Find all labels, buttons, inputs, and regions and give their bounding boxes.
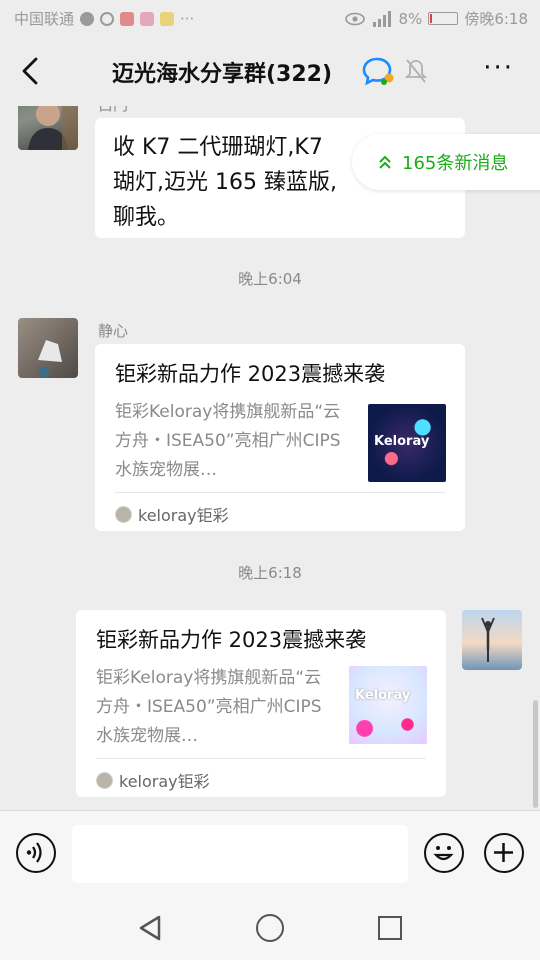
card-source: keloray钜彩 bbox=[96, 768, 210, 792]
sender-name: 白门 bbox=[98, 106, 128, 115]
link-card[interactable]: 钜彩新品力作 2023震撼来袭 钜彩Keloray将携旗舰新品“云方舟・ISEA… bbox=[95, 344, 465, 531]
system-nav-bar bbox=[0, 898, 540, 960]
card-title: 钜彩新品力作 2023震撼来袭 bbox=[96, 628, 367, 652]
notes-icon bbox=[160, 11, 175, 26]
emoji-button[interactable] bbox=[424, 833, 464, 873]
status-right: 8% 傍晚6:18 bbox=[344, 8, 528, 29]
plus-icon bbox=[494, 843, 513, 862]
avatar[interactable] bbox=[462, 610, 522, 670]
card-divider bbox=[96, 758, 426, 759]
timestamp: 晚上6:04 bbox=[238, 270, 302, 288]
eye-icon bbox=[344, 12, 365, 25]
message-line: 聊我。 bbox=[113, 205, 180, 230]
card-thumbnail: Keloray bbox=[349, 666, 427, 744]
link-card[interactable]: 钜彩新品力作 2023震撼来袭 钜彩Keloray将携旗舰新品“云方舟・ISEA… bbox=[76, 610, 446, 797]
voice-input-button[interactable] bbox=[16, 833, 56, 873]
app-notification-icon bbox=[100, 11, 115, 26]
new-messages-button[interactable]: 165条新消息 bbox=[352, 134, 540, 190]
smiley-icon bbox=[433, 846, 454, 861]
voice-icon bbox=[26, 842, 42, 863]
battery-percent: 8% bbox=[398, 9, 423, 28]
timestamp: 晚上6:18 bbox=[238, 564, 302, 582]
more-notifications-icon: ··· bbox=[180, 9, 195, 28]
chat-title: 迈光海水分享群(322) bbox=[112, 62, 333, 87]
status-bar: 中国联通 ··· 8% 傍晚6:18 bbox=[0, 0, 540, 36]
card-divider bbox=[115, 492, 445, 493]
double-chevron-up-icon bbox=[379, 155, 391, 169]
card-title: 钜彩新品力作 2023震撼来袭 bbox=[115, 362, 386, 386]
nav-back-icon[interactable] bbox=[138, 914, 162, 942]
carrier-name: 中国联通 bbox=[14, 10, 75, 28]
source-name: keloray钜彩 bbox=[119, 772, 210, 791]
battery-icon bbox=[428, 12, 459, 25]
new-messages-label: 165条新消息 bbox=[402, 153, 509, 174]
source-logo-icon bbox=[96, 771, 113, 789]
alert-icon bbox=[80, 11, 95, 26]
card-description: 钜彩Keloray将携旗舰新品“云方舟・ISEA50”亮相广州CIPS水族宠物展… bbox=[115, 402, 341, 480]
sender-name: 静心 bbox=[98, 322, 129, 340]
nav-recent-apps-icon[interactable] bbox=[378, 916, 402, 940]
group-chat-icon[interactable] bbox=[362, 56, 396, 86]
chat-scrollbar[interactable] bbox=[533, 700, 538, 808]
source-name: keloray钜彩 bbox=[138, 506, 229, 525]
card-source: keloray钜彩 bbox=[115, 502, 229, 526]
red-envelope-icon bbox=[120, 11, 135, 26]
chat-header: 迈光海水分享群(322) ··· bbox=[0, 36, 540, 106]
mute-bell-icon bbox=[404, 59, 428, 83]
message-input[interactable] bbox=[72, 825, 408, 883]
source-logo-icon bbox=[115, 505, 132, 523]
avatar[interactable] bbox=[18, 318, 78, 378]
input-bar bbox=[0, 810, 540, 898]
more-options-icon[interactable]: ··· bbox=[483, 55, 514, 81]
nav-home-icon[interactable] bbox=[256, 914, 284, 942]
thumbnail-brand: Keloray bbox=[355, 688, 411, 703]
avatar[interactable] bbox=[18, 106, 78, 150]
card-description: 钜彩Keloray将携旗舰新品“云方舟・ISEA50”亮相广州CIPS水族宠物展… bbox=[96, 668, 322, 746]
status-left: 中国联通 ··· bbox=[14, 8, 194, 29]
signal-icon bbox=[372, 10, 391, 27]
translate-icon bbox=[140, 11, 155, 26]
chat-messages[interactable]: 白门 收 K7 二代珊瑚灯,K7 瑚灯,迈光 165 臻蓝版, 聊我。 165条… bbox=[0, 106, 540, 810]
more-actions-button[interactable] bbox=[484, 833, 524, 873]
clock: 傍晚6:18 bbox=[464, 10, 528, 28]
thumbnail-brand: Keloray bbox=[374, 434, 430, 449]
card-thumbnail: Keloray bbox=[368, 404, 446, 482]
chevron-left-icon[interactable] bbox=[18, 56, 44, 86]
